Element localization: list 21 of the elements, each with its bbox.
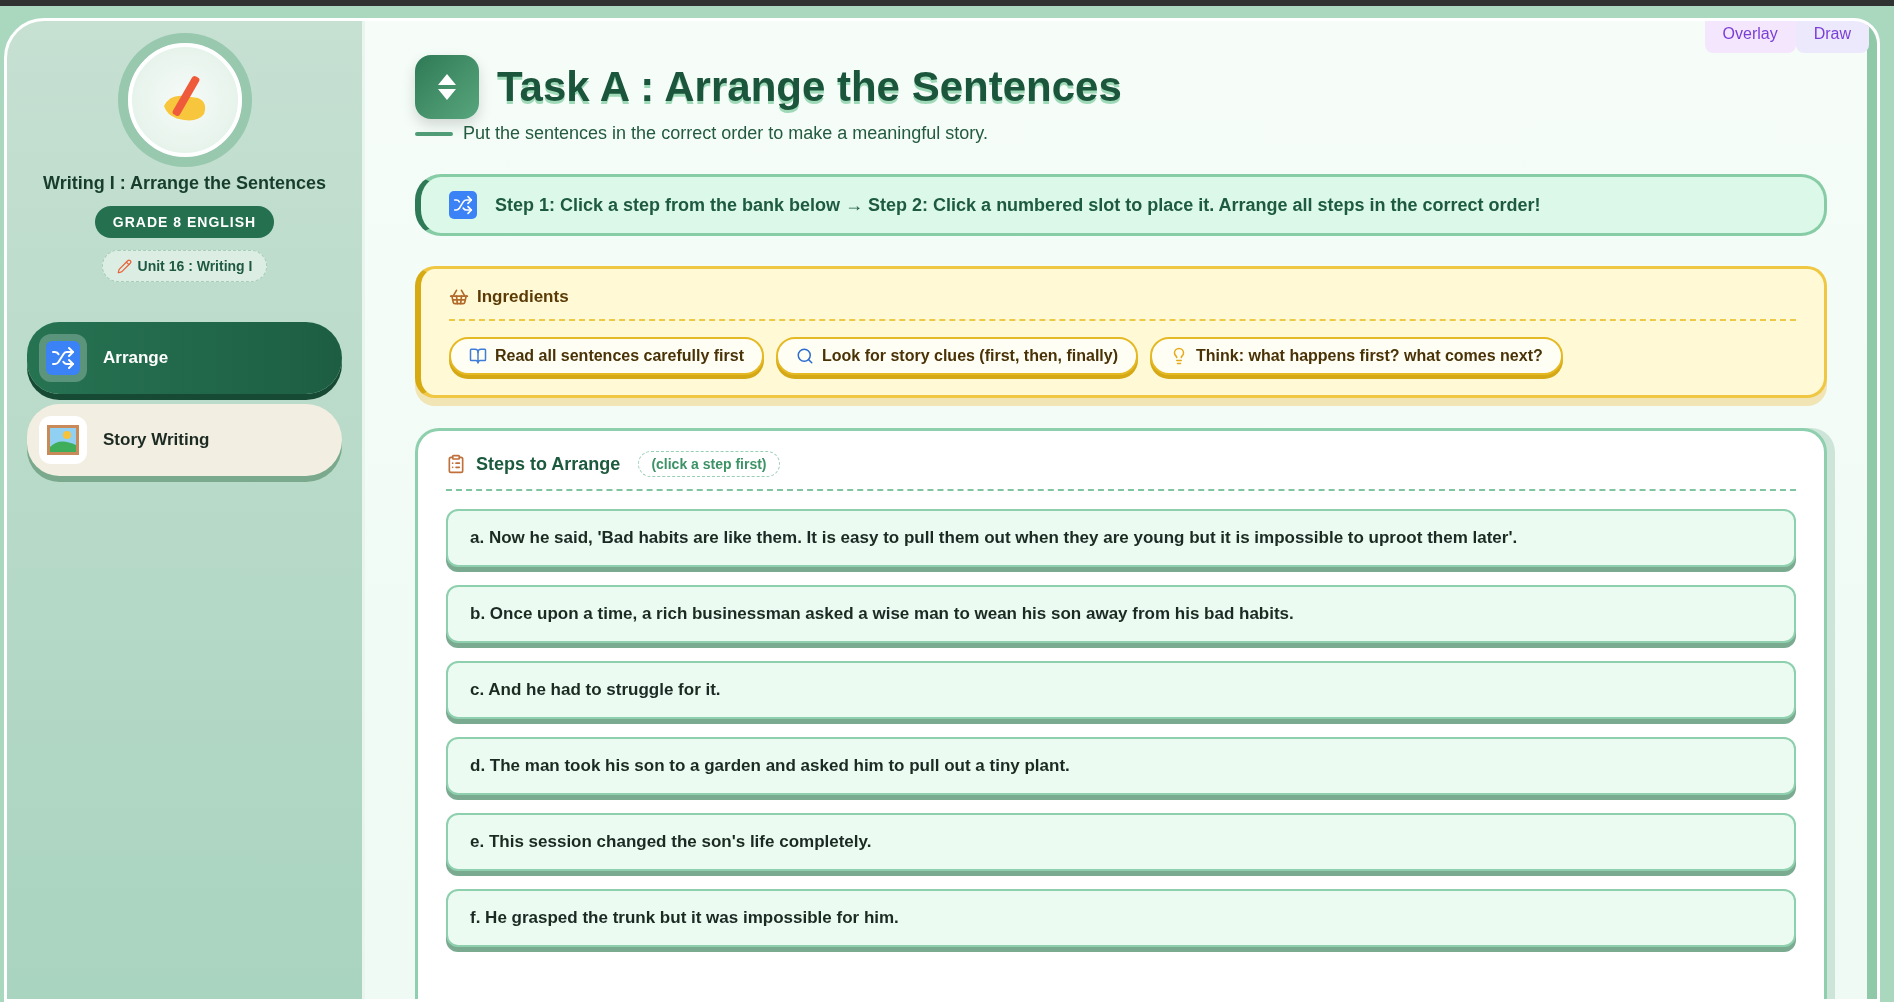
clipboard-icon <box>446 454 466 474</box>
shuffle-icon <box>449 191 477 219</box>
basket-icon <box>449 287 469 307</box>
nav-label: Story Writing <box>103 430 210 450</box>
ingredients-title: Ingredients <box>477 287 569 307</box>
sort-icon <box>415 55 479 119</box>
page-subtitle: Put the sentences in the correct order to make a meaningful story. <box>463 123 988 144</box>
picture-icon <box>47 425 79 455</box>
toolbar-button[interactable]: Overlay <box>1704 21 1796 53</box>
toolbar-button[interactable]: Draw <box>1795 21 1869 53</box>
grade-badge: GRADE 8 ENGLISH <box>94 206 275 238</box>
unit-label: Unit 16 : Writing I <box>137 258 253 274</box>
shuffle-icon <box>46 341 80 375</box>
page-title: Task A : Arrange the Sentences <box>497 63 1122 111</box>
search-icon <box>796 347 814 365</box>
book-icon <box>469 347 487 365</box>
steps-title: Steps to Arrange <box>476 453 621 475</box>
pencil-icon <box>116 258 132 274</box>
lesson-title: Writing I : Arrange the Sentences <box>42 173 327 194</box>
instructions-text: Step 1: Click a step from the bank below → Step 2: Click a numbered slot to place it. Arrange all steps in the correct order! <box>495 194 1541 216</box>
nav-label: Arrange <box>103 348 169 368</box>
